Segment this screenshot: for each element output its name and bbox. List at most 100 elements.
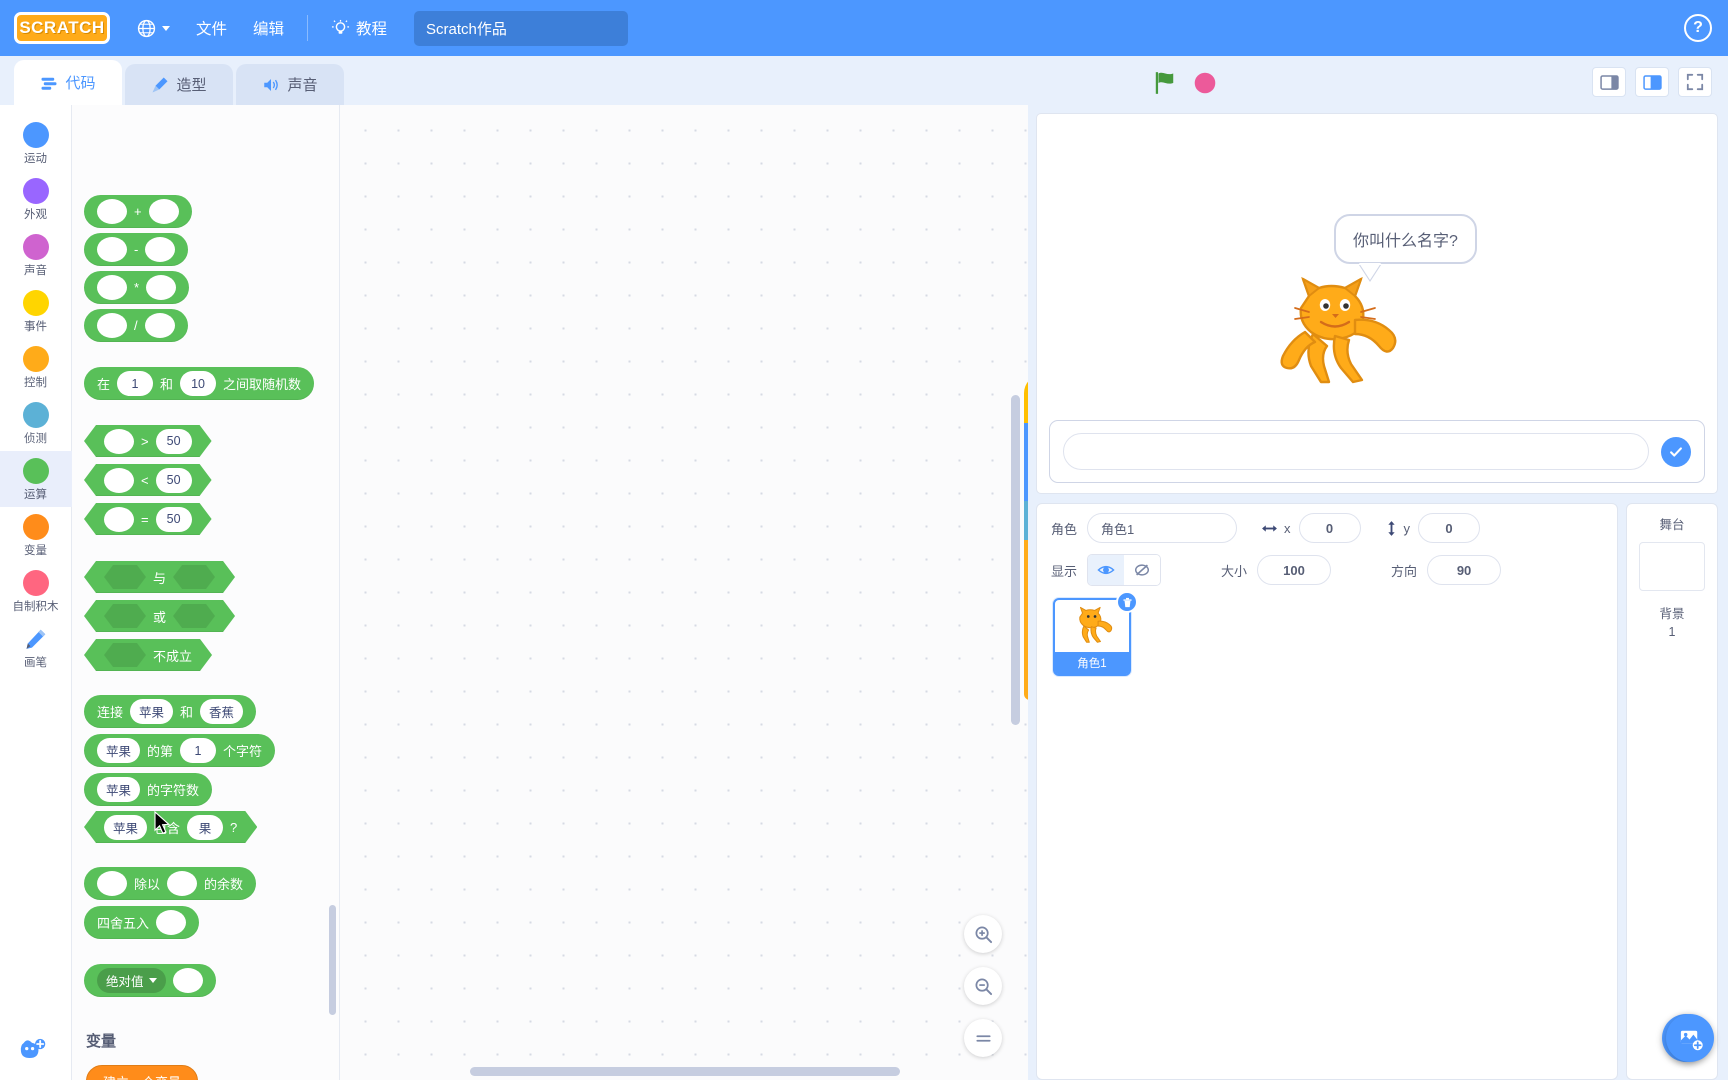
operator-contains-block[interactable]: 苹果 包含 果 ? [84, 811, 257, 843]
bool-operand-b[interactable] [173, 604, 215, 628]
operator-join-block[interactable]: 连接 苹果 和 香蕉 [84, 695, 257, 728]
palette-scrollbar[interactable] [329, 905, 336, 1015]
code-workspace[interactable]: 当 被点击 移到 x: 0 y: 0 面向 90 方向 [340, 105, 1028, 1080]
join-operand-a[interactable]: 苹果 [130, 699, 174, 724]
operator-gt-block[interactable]: > 50 [84, 425, 212, 457]
large-stage-button[interactable] [1635, 67, 1669, 97]
operand-b[interactable] [145, 237, 176, 262]
letter-source[interactable]: 苹果 [97, 738, 141, 763]
palette-block-contains[interactable]: 苹果 包含 果 ? [84, 811, 257, 843]
language-selector[interactable] [124, 12, 183, 45]
category-pen[interactable]: 画笔 [0, 619, 72, 675]
operator-subtract-block[interactable]: - [84, 233, 189, 266]
palette-block-and[interactable]: 与 [84, 561, 235, 593]
random-min[interactable]: 1 [117, 371, 154, 396]
sprite-x-input[interactable] [1298, 513, 1361, 543]
bool-operand[interactable] [104, 643, 146, 667]
category-events[interactable]: 事件 [0, 283, 72, 339]
block-repeat[interactable]: 重复执行 回答 次 [1024, 540, 1028, 700]
goto-xy-row[interactable]: 移到 x: 0 y: 0 [1024, 423, 1028, 463]
palette-block-mathop[interactable]: 绝对值 [84, 964, 216, 997]
workspace-vscrollbar[interactable] [1011, 395, 1020, 725]
stage-pane[interactable]: 舞台 背景 1 [1626, 503, 1718, 1080]
operand-b[interactable]: 50 [156, 468, 192, 493]
bool-operand-a[interactable] [104, 604, 146, 628]
operand-a[interactable] [104, 429, 134, 454]
operator-and-block[interactable]: 与 [84, 561, 235, 593]
block-palette[interactable]: + - * / 在 1 和 10 之间取随机数 > 50 < 50 = 50 与… [72, 105, 340, 1080]
sprite-corner-badge[interactable] [12, 1034, 52, 1068]
point-direction-row[interactable]: 面向 90 方向 [1024, 462, 1028, 502]
palette-block-join[interactable]: 连接 苹果 和 香蕉 [84, 695, 257, 728]
category-operators[interactable]: 运算 [0, 451, 72, 507]
operator-round-block[interactable]: 四舍五入 [84, 906, 200, 939]
ask-submit-button[interactable] [1661, 436, 1691, 467]
palette-block-less-than[interactable]: < 50 [84, 464, 212, 496]
contains-haystack[interactable]: 苹果 [104, 815, 147, 840]
block-point-in-direction[interactable]: 面向 90 方向 [1024, 462, 1028, 502]
letter-index[interactable]: 1 [180, 738, 217, 763]
category-sensing[interactable]: 侦测 [0, 395, 72, 451]
menu-file[interactable]: 文件 [183, 10, 240, 46]
help-button[interactable]: ? [1684, 14, 1712, 42]
category-looks[interactable]: 外观 [0, 171, 72, 227]
palette-block-greater-than[interactable]: > 50 [84, 425, 212, 457]
scratch-logo[interactable]: SCRATCH [14, 12, 110, 44]
hide-sprite-button[interactable] [1124, 555, 1161, 585]
operand-a[interactable] [97, 275, 127, 300]
category-variables[interactable]: 变量 [0, 507, 72, 563]
operator-multiply-block[interactable]: * [84, 271, 190, 304]
random-max[interactable]: 10 [180, 371, 217, 396]
fullscreen-button[interactable] [1678, 67, 1712, 97]
operand-a[interactable] [104, 468, 134, 493]
operator-mathop-block[interactable]: 绝对值 [84, 964, 216, 997]
operator-not-block[interactable]: 不成立 [84, 639, 212, 671]
tab-sounds[interactable]: 声音 [236, 64, 344, 105]
join-operand-b[interactable]: 香蕉 [200, 699, 244, 724]
bool-operand-a[interactable] [104, 565, 146, 589]
operand-b[interactable]: 50 [156, 429, 192, 454]
zoom-reset-button[interactable] [964, 1019, 1002, 1057]
zoom-out-button[interactable] [964, 967, 1002, 1005]
operand-b[interactable] [144, 313, 175, 338]
mod-divisor[interactable] [167, 871, 198, 896]
sprite-size-input[interactable] [1257, 555, 1332, 585]
palette-block-multiply[interactable]: * [84, 271, 190, 304]
workspace-hscrollbar[interactable] [470, 1067, 900, 1076]
palette-block-letter-of[interactable]: 苹果 的第 1 个字符 [84, 734, 276, 767]
palette-block-equals[interactable]: = 50 [84, 503, 212, 535]
operator-eq-block[interactable]: = 50 [84, 503, 212, 535]
operator-add-block[interactable]: + [84, 195, 192, 228]
operator-or-block[interactable]: 或 [84, 600, 235, 632]
green-flag-button[interactable] [1152, 70, 1178, 96]
stage-backdrop-thumbnail[interactable] [1639, 542, 1705, 591]
category-my-blocks[interactable]: 自制积木 [0, 563, 72, 619]
palette-block-round[interactable]: 四舍五入 [84, 906, 200, 939]
ask-wait-row[interactable]: 询问 几边形 并等待 [1024, 501, 1028, 541]
operand-b[interactable]: 50 [156, 507, 192, 532]
sprite-y-input[interactable] [1418, 513, 1481, 543]
stage-view[interactable]: 你叫什么名字? [1036, 113, 1718, 494]
operand-b[interactable] [148, 199, 179, 224]
palette-block-mod[interactable]: 除以 的余数 [84, 867, 257, 900]
ask-answer-input[interactable] [1063, 433, 1649, 470]
operator-length-of-block[interactable]: 苹果 的字符数 [84, 773, 213, 806]
sprite-direction-input[interactable] [1427, 555, 1502, 585]
palette-block-not[interactable]: 不成立 [84, 639, 212, 671]
operator-random-block[interactable]: 在 1 和 10 之间取随机数 [84, 367, 315, 400]
round-operand[interactable] [156, 910, 187, 935]
project-title-input[interactable] [414, 10, 629, 46]
delete-sprite-button[interactable] [1116, 591, 1138, 613]
operand-b[interactable] [146, 275, 177, 300]
length-source[interactable]: 苹果 [97, 777, 141, 802]
category-control[interactable]: 控制 [0, 339, 72, 395]
operand-a[interactable] [97, 313, 127, 338]
operand-a[interactable] [97, 237, 127, 262]
zoom-in-button[interactable] [964, 915, 1002, 953]
make-a-variable-button[interactable]: 建立一个变量 [86, 1065, 199, 1080]
menu-edit[interactable]: 编辑 [240, 10, 297, 46]
palette-block-or[interactable]: 或 [84, 600, 235, 632]
category-sound[interactable]: 声音 [0, 227, 72, 283]
operator-mod-block[interactable]: 除以 的余数 [84, 867, 257, 900]
block-ask-and-wait[interactable]: 询问 几边形 并等待 [1024, 501, 1028, 541]
